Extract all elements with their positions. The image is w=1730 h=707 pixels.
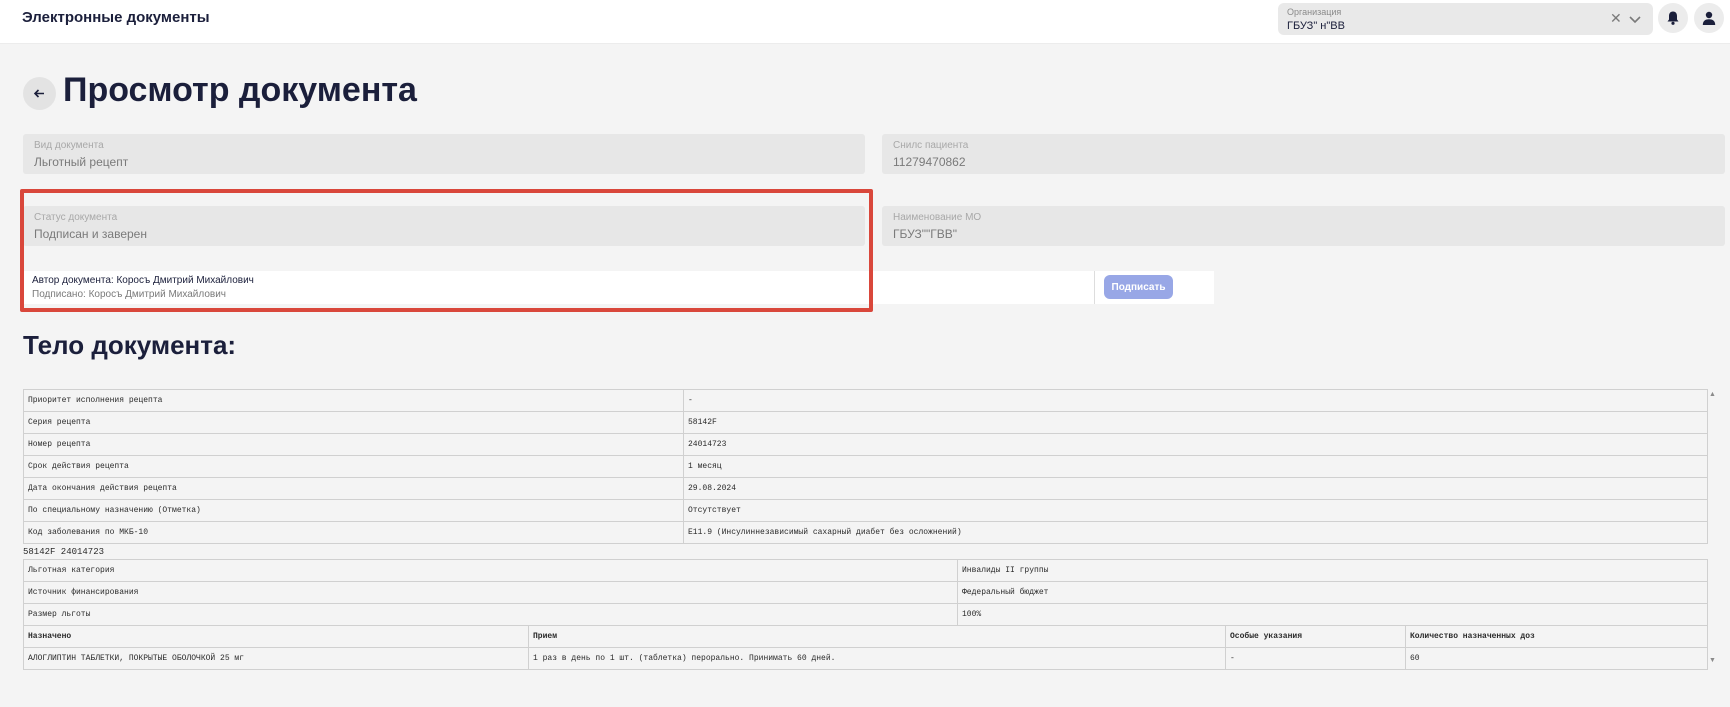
sign-button[interactable]: Подписать bbox=[1104, 275, 1173, 299]
profile-button[interactable] bbox=[1694, 3, 1724, 33]
organization-label: Организация bbox=[1287, 7, 1342, 17]
table-cell: 60 bbox=[1405, 647, 1708, 670]
table-cell: Приоритет исполнения рецепта bbox=[23, 389, 684, 412]
doc-type-label: Вид документа bbox=[34, 140, 104, 151]
table-header-cell: Прием bbox=[528, 625, 1226, 648]
table-cell: 1 раз в день по 1 шт. (таблетка) перорал… bbox=[528, 647, 1226, 670]
notifications-button[interactable] bbox=[1658, 3, 1688, 33]
signed-line: Подписано: Коросъ Дмитрий Михайлович bbox=[32, 289, 226, 300]
bell-icon bbox=[1667, 11, 1679, 25]
table-cell: 58142F bbox=[683, 411, 1708, 434]
table-row: Дата окончания действия рецепта 29.08.202… bbox=[23, 477, 1708, 500]
author-box: Автор документа: Коросъ Дмитрий Михайлов… bbox=[23, 271, 1094, 304]
medication-table: Назначено Прием Особые указания Количество … bbox=[23, 625, 1708, 670]
table-header-cell: Назначено bbox=[23, 625, 529, 648]
table-cell: Источник финансирования bbox=[23, 581, 958, 604]
table-row: Код заболевания по МКБ-10 E11.9 (Инсулинн… bbox=[23, 521, 1708, 544]
table-cell: По специальному назначению (Отметка) bbox=[23, 499, 684, 522]
table-cell: Федеральный бюджет bbox=[957, 581, 1708, 604]
doc-type-field: Вид документа Льготный рецепт bbox=[23, 134, 865, 174]
table-cell: Дата окончания действия рецепта bbox=[23, 477, 684, 500]
table-row: Номер рецепта 24014723 bbox=[23, 433, 1708, 456]
table-row: Размер льготы 100% bbox=[23, 603, 1708, 626]
table-header-cell: Количество назначенных доз bbox=[1405, 625, 1708, 648]
page-title: Просмотр документа bbox=[63, 71, 417, 109]
scroll-down-icon[interactable]: ▼ bbox=[1709, 657, 1716, 664]
snils-value: 11279470862 bbox=[893, 155, 966, 169]
close-icon[interactable]: ✕ bbox=[1610, 10, 1622, 26]
back-button[interactable] bbox=[23, 77, 56, 110]
table-cell: Серия рецепта bbox=[23, 411, 684, 434]
table-cell: Размер льготы bbox=[23, 603, 958, 626]
table-row: Срок действия рецепта 1 месяц bbox=[23, 455, 1708, 478]
table-cell: Льготная категория bbox=[23, 559, 958, 582]
organization-value: ГБУЗ" н"ВВ bbox=[1287, 20, 1345, 32]
author-line: Автор документа: Коросъ Дмитрий Михайлов… bbox=[32, 275, 254, 286]
organization-select[interactable]: Организация ГБУЗ" н"ВВ ✕ bbox=[1278, 3, 1653, 35]
mo-value: ГБУЗ""ГВВ" bbox=[893, 227, 957, 241]
table-row: Приоритет исполнения рецепта - bbox=[23, 389, 1708, 412]
snils-label: Снилс пациента bbox=[893, 140, 969, 151]
prescription-table: Приоритет исполнения рецепта - Серия рецеп… bbox=[23, 389, 1708, 544]
signed-name: Коросъ Дмитрий Михайлович bbox=[88, 289, 227, 300]
table-cell: Отсутствует bbox=[683, 499, 1708, 522]
table-row: По специальному назначению (Отметка) Отсу… bbox=[23, 499, 1708, 522]
table-cell: Номер рецепта bbox=[23, 433, 684, 456]
chevron-down-icon[interactable] bbox=[1628, 12, 1642, 26]
table-cell: 24014723 bbox=[683, 433, 1708, 456]
arrow-left-icon bbox=[33, 89, 44, 98]
table-row: Источник финансирования Федеральный бюдже… bbox=[23, 581, 1708, 604]
author-name: Коросъ Дмитрий Михайлович bbox=[116, 275, 254, 286]
table-cell: 1 месяц bbox=[683, 455, 1708, 478]
table-cell: Срок действия рецепта bbox=[23, 455, 684, 478]
app-title: Электронные документы bbox=[22, 9, 210, 26]
benefit-table: Льготная категория Инвалиды II группы Исто… bbox=[23, 559, 1708, 626]
table-header-cell: Особые указания bbox=[1225, 625, 1406, 648]
user-icon bbox=[1702, 11, 1716, 25]
table-header-row: Назначено Прием Особые указания Количество … bbox=[23, 625, 1708, 648]
table-cell: АЛОГЛИПТИН ТАБЛЕТКИ, ПОКРЫТЫЕ ОБОЛОЧКОЙ … bbox=[23, 647, 529, 670]
mo-label: Наименование МО bbox=[893, 212, 982, 223]
table-cell: - bbox=[1225, 647, 1406, 670]
table-cell: - bbox=[683, 389, 1708, 412]
author-label: Автор документа: bbox=[32, 275, 114, 286]
doc-type-value: Льготный рецепт bbox=[34, 155, 129, 169]
table-row: Льготная категория Инвалиды II группы bbox=[23, 559, 1708, 582]
status-value: Подписан и заверен bbox=[34, 227, 147, 241]
table-cell: 29.08.2024 bbox=[683, 477, 1708, 500]
table-cell: E11.9 (Инсулиннезависимый сахарный диабе… bbox=[683, 521, 1708, 544]
scroll-up-icon[interactable]: ▲ bbox=[1709, 391, 1716, 398]
snils-field: Снилс пациента 11279470862 bbox=[882, 134, 1725, 174]
sign-area: Подписать bbox=[1095, 271, 1214, 304]
status-label: Статус документа bbox=[34, 212, 118, 223]
table-row: АЛОГЛИПТИН ТАБЛЕТКИ, ПОКРЫТЫЕ ОБОЛОЧКОЙ … bbox=[23, 647, 1708, 670]
table-cell: Инвалиды II группы bbox=[957, 559, 1708, 582]
table-cell: 100% bbox=[957, 603, 1708, 626]
signed-label: Подписано: bbox=[32, 289, 86, 300]
document-body-title: Тело документа: bbox=[23, 330, 237, 360]
status-field: Статус документа Подписан и заверен bbox=[23, 206, 865, 246]
mo-field: Наименование МО ГБУЗ""ГВВ" bbox=[882, 206, 1725, 246]
table-cell: Код заболевания по МКБ-10 bbox=[23, 521, 684, 544]
series-number: 58142F 24014723 bbox=[23, 547, 105, 557]
table-row: Серия рецепта 58142F bbox=[23, 411, 1708, 434]
top-bar: Электронные документы Организация ГБУЗ" … bbox=[0, 0, 1730, 44]
